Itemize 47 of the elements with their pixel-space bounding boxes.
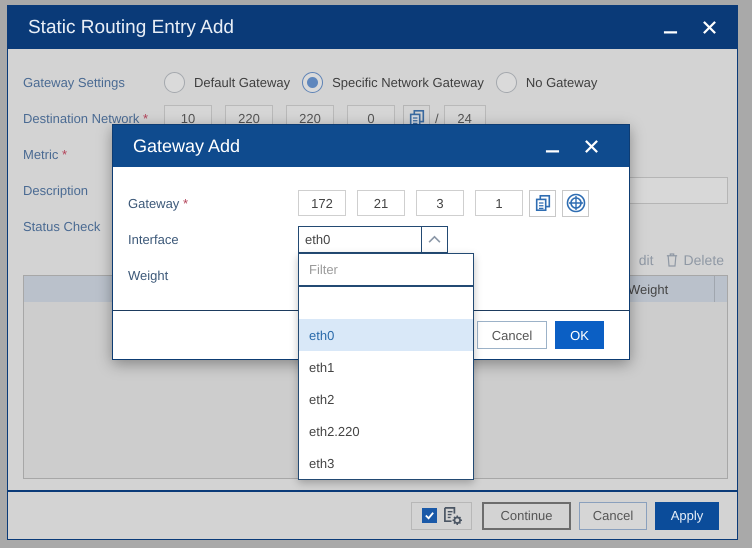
- radio-button[interactable]: [302, 72, 324, 92]
- field-label: Gateway: [128, 196, 180, 210]
- check-icon: [424, 510, 434, 521]
- crosshair-icon: [566, 193, 586, 213]
- radio-label[interactable]: No Gateway: [526, 74, 598, 90]
- required-mark: *: [182, 196, 188, 210]
- required-mark: *: [142, 110, 148, 126]
- octet-field[interactable]: 21: [357, 190, 405, 216]
- close-icon[interactable]: [702, 20, 717, 35]
- copy-icon: [534, 194, 552, 212]
- field-label: Status Check: [23, 218, 102, 234]
- caret-icon: [428, 234, 441, 244]
- copy-button[interactable]: [529, 190, 556, 216]
- document-gear-icon: [442, 506, 462, 525]
- ok-button[interactable]: OK: [555, 321, 604, 349]
- dialog-title: Gateway Add: [133, 136, 242, 156]
- locate-button[interactable]: [562, 190, 589, 216]
- apply-button[interactable]: Apply: [655, 502, 719, 530]
- dropdown-option[interactable]: eth2.220: [299, 415, 473, 447]
- dropdown-option[interactable]: eth0: [299, 319, 473, 351]
- field-label: Description: [23, 182, 90, 198]
- field-label: Metric: [23, 146, 58, 162]
- cancel-button[interactable]: Cancel: [579, 502, 647, 530]
- octet-field[interactable]: 3: [416, 190, 464, 216]
- radio-label[interactable]: Default Gateway: [194, 74, 290, 90]
- octet-field[interactable]: 172: [298, 190, 346, 216]
- checkbox[interactable]: [422, 508, 436, 523]
- radio-button[interactable]: [164, 72, 185, 92]
- cancel-button[interactable]: Cancel: [477, 321, 547, 349]
- field-label: Interface: [128, 232, 180, 246]
- dialog-title: Static Routing Entry Add: [28, 16, 235, 38]
- radio-label[interactable]: Specific Network Gateway: [332, 74, 484, 90]
- dropdown-option[interactable]: eth3: [299, 447, 473, 479]
- prefix-separator: /: [435, 110, 439, 126]
- dropdown-option[interactable]: eth2: [299, 383, 473, 415]
- field-label: Gateway Settings: [23, 74, 126, 90]
- field-label: Destination Network: [23, 110, 140, 126]
- filter-field[interactable]: Filter: [299, 254, 473, 287]
- trash-icon: [666, 253, 678, 267]
- radio-button[interactable]: [496, 72, 517, 92]
- dropdown-option[interactable]: eth1: [299, 351, 473, 383]
- octet-field[interactable]: 1: [475, 190, 523, 216]
- field-label: Weight: [128, 268, 170, 282]
- continue-button[interactable]: Continue: [482, 502, 571, 530]
- close-icon[interactable]: [584, 138, 599, 154]
- required-mark: *: [62, 146, 68, 162]
- options-toggle[interactable]: [411, 502, 472, 530]
